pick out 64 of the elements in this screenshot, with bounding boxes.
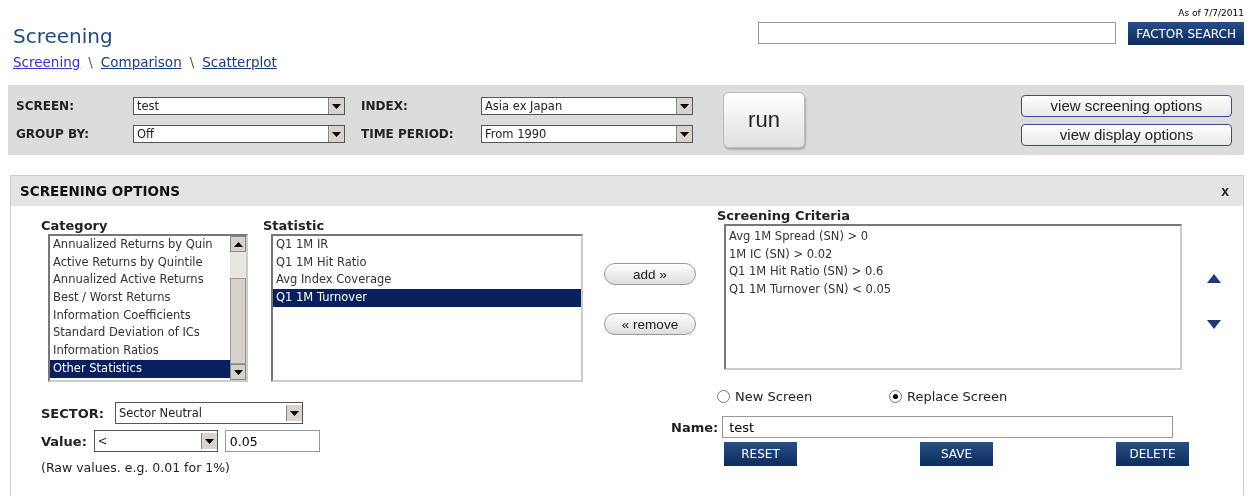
radio-button[interactable]: New Screen [717, 389, 889, 404]
list-item[interactable]: Q1 1M Turnover [273, 289, 581, 307]
breadcrumb-link[interactable]: Screening [13, 54, 81, 70]
list-item[interactable]: Q1 1M IR [273, 236, 581, 254]
field-label: INDEX: [361, 99, 409, 113]
breadcrumb-link[interactable]: Comparison [100, 54, 182, 70]
value-field[interactable]: 0.05 [224, 430, 320, 452]
sector-dropdown[interactable]: Sector Neutral [114, 402, 303, 424]
breadcrumb-link[interactable]: Scatterplot [202, 54, 277, 70]
list-item[interactable]: Avg 1M Spread (SN) > 0 [726, 228, 1180, 246]
criteria-list[interactable]: Avg 1M Spread (SN) > 0 1M IC (SN) > 0.02 Q1 1M Hit Ratio (SN) > 0.6 Q1 1M Turnover (SN) < 0.05 [724, 224, 1182, 370]
options-button[interactable]: view screening options [1021, 94, 1232, 117]
list-item[interactable]: Q1 1M Hit Ratio [273, 253, 581, 272]
hint-text: (Raw values. e.g. 0.01 for 1%) [41, 460, 231, 475]
field-label: Name: [671, 419, 719, 435]
scrollbar[interactable] [230, 236, 246, 380]
move-up-icon[interactable] [1207, 274, 1221, 283]
field-label: Value: [41, 433, 87, 449]
close-button[interactable]: x [1221, 183, 1229, 199]
list-item[interactable]: Annualized Active Returns [50, 271, 230, 290]
action-button[interactable]: RESET [724, 442, 797, 466]
dropdown[interactable]: Asia ex Japan [481, 97, 693, 115]
list-item[interactable]: Other Statistics [50, 359, 230, 378]
dropdown[interactable]: From 1990 [481, 125, 693, 143]
as-of-date: As of 7/7/2011 [1178, 8, 1244, 18]
name-field[interactable]: test [722, 416, 1174, 438]
list-label: Statistic [263, 218, 326, 233]
list-label: Screening Criteria [717, 208, 851, 223]
breadcrumb-separator: \ [88, 54, 93, 70]
field-label: GROUP BY: [16, 127, 90, 141]
field-label: SECTOR: [41, 405, 104, 421]
statistic-list[interactable]: Q1 1M IR Q1 1M Hit Ratio Avg Index Coverage Q1 1M Turnover [271, 234, 583, 382]
add-button[interactable]: add » [604, 263, 696, 285]
action-button[interactable]: DELETE [1116, 442, 1189, 466]
search-field[interactable] [758, 22, 1117, 44]
category-list[interactable]: Annualized Returns by Quin Active Returns by Quintile Annualized Active Returns Best / Worst Returns Information Coefficients Standard Deviation of ICs Information Ratios Other Statistics [48, 234, 248, 382]
page-title: Screening [13, 24, 114, 48]
dropdown[interactable]: test [133, 97, 345, 115]
breadcrumb-separator: \ [189, 54, 195, 70]
list-item[interactable]: Best / Worst Returns [50, 289, 230, 307]
list-item[interactable]: Q1 1M Turnover (SN) < 0.05 [726, 281, 1180, 299]
radio-button[interactable]: Replace Screen [889, 389, 1061, 404]
list-item[interactable]: Avg Index Coverage [273, 271, 581, 290]
scroll-up-icon[interactable] [233, 241, 243, 247]
list-item[interactable]: Standard Deviation of ICs [50, 324, 230, 343]
remove-button[interactable]: « remove [604, 313, 696, 335]
list-item[interactable]: Annualized Returns by Quin [50, 236, 230, 254]
run-button[interactable]: run [723, 92, 805, 148]
options-button[interactable]: view display options [1021, 123, 1232, 146]
panel-title: SCREENING OPTIONS [20, 183, 180, 199]
list-item[interactable]: Active Returns by Quintile [50, 253, 230, 272]
list-item[interactable]: Information Coefficients [50, 306, 230, 325]
list-item[interactable]: Information Ratios [50, 342, 230, 360]
list-label: Category [41, 218, 109, 233]
field-label: TIME PERIOD: [361, 127, 455, 141]
field-label: SCREEN: [16, 99, 75, 113]
move-down-icon[interactable] [1207, 320, 1221, 329]
factor-search-button[interactable]: FACTOR SEARCH [1128, 22, 1244, 45]
operator-dropdown[interactable]: < [93, 430, 218, 452]
list-item[interactable]: Q1 1M Hit Ratio (SN) > 0.6 [726, 263, 1180, 282]
action-button[interactable]: SAVE [920, 442, 993, 466]
list-item[interactable]: 1M IC (SN) > 0.02 [726, 245, 1180, 264]
dropdown[interactable]: Off [133, 125, 345, 143]
scroll-down-icon[interactable] [233, 369, 243, 375]
